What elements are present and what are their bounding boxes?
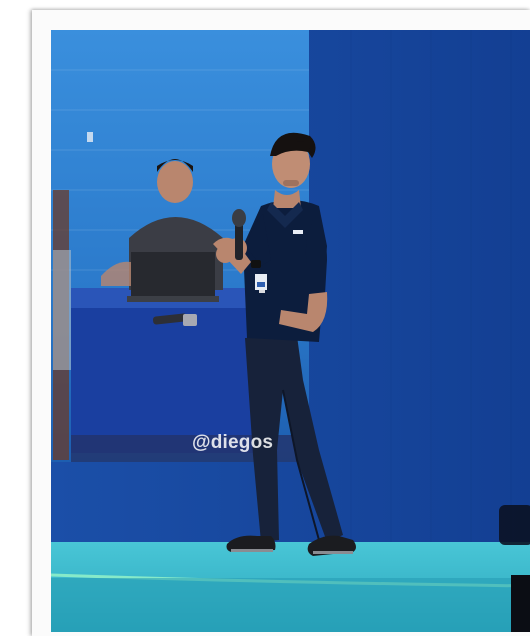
stage-monitor <box>499 505 530 545</box>
screen-person-head <box>157 161 193 203</box>
stage-photo: @diegos <box>51 30 530 632</box>
stage <box>51 542 530 632</box>
screen-table <box>71 288 261 453</box>
screen-handle-text: @diegos <box>192 432 274 453</box>
stage-scene <box>51 30 530 632</box>
screen-laptop <box>131 252 215 298</box>
